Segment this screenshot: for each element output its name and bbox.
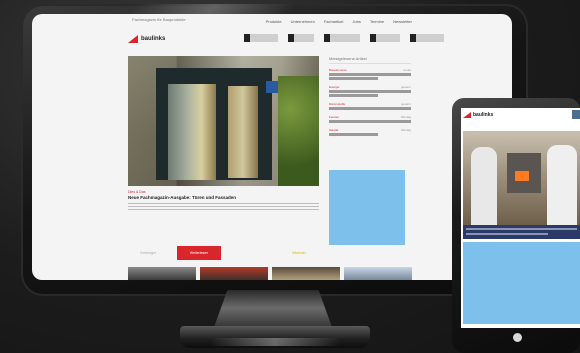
tablet-feature-image[interactable]	[463, 131, 580, 225]
nav-item-termine[interactable]: Termine	[370, 19, 384, 24]
middle-link[interactable]: ·	[230, 251, 270, 255]
logo-text: baulinks	[141, 36, 166, 42]
partner-logos	[244, 34, 444, 42]
top-navigation: Produkte Unternehmen Fachartikel Jobs Te…	[266, 19, 412, 24]
partner-logo[interactable]	[288, 34, 314, 42]
feature-caption: Dies & Das Neue Fachmagazin-Ausgabe: Tür…	[128, 190, 319, 210]
nav-item-unternehmen[interactable]: Unternehmen	[291, 19, 315, 24]
tablet-ad-banner[interactable]	[463, 242, 580, 324]
glass-door	[168, 84, 216, 180]
sidebar-item[interactable]: Fenster Montag	[329, 115, 411, 123]
sidebar-item[interactable]: Bauelemente heute	[329, 68, 411, 80]
thumbnail[interactable]	[128, 267, 196, 280]
sidebar-item[interactable]: Sanitär Montag	[329, 128, 411, 136]
tablet-caption	[463, 225, 580, 239]
nav-item-newsletter[interactable]: Newsletter	[393, 19, 412, 24]
feature-image[interactable]	[128, 56, 319, 186]
partner-logo[interactable]	[324, 34, 360, 42]
sidebar-item[interactable]: Dämmstoffe gestern	[329, 102, 411, 110]
sidebar-heading: Meistgelesene Artikel	[329, 56, 411, 64]
nav-item-produkte[interactable]: Produkte	[266, 19, 282, 24]
tablet-logo[interactable]: baulinks	[463, 112, 493, 118]
nav-item-fachartikel[interactable]: Fachartikel	[324, 19, 344, 24]
feature-pager: Vorheriger Weiterlesen · Nächster	[128, 246, 319, 260]
teaser-thumbnails	[128, 267, 412, 280]
logo-icon	[463, 112, 471, 118]
feature-teaser	[128, 203, 319, 210]
partner-logo[interactable]	[244, 34, 278, 42]
partner-logo[interactable]	[370, 34, 400, 42]
thumbnail[interactable]	[272, 267, 340, 280]
logo-icon	[128, 35, 138, 43]
hamburger-menu-icon[interactable]	[572, 110, 580, 119]
sidebar-item[interactable]: Energie gestern	[329, 85, 411, 97]
monitor-screen: Fachmagazin für Bauprodukte Produkte Unt…	[32, 14, 512, 280]
sidebar-most-read: Meistgelesene Artikel Bauelemente heute E…	[329, 56, 411, 141]
site-logo[interactable]: baulinks	[128, 35, 165, 43]
next-link[interactable]: Nächster	[279, 251, 319, 255]
nav-item-jobs[interactable]: Jobs	[352, 19, 360, 24]
site-tagline: Fachmagazin für Bauprodukte	[132, 17, 186, 22]
house-number-plate	[266, 81, 278, 93]
partner-logo[interactable]	[410, 34, 444, 42]
sidebar-ad-banner[interactable]	[329, 170, 405, 245]
thumbnail[interactable]	[344, 267, 412, 280]
glass-door-interior	[228, 86, 258, 178]
lab-worker	[471, 147, 497, 225]
monitor-stand-neck	[213, 290, 333, 330]
tablet-home-button[interactable]	[513, 333, 522, 342]
hedge	[278, 76, 319, 186]
read-more-button[interactable]: Weiterlesen	[177, 246, 221, 260]
thumbnail[interactable]	[200, 267, 268, 280]
lab-worker	[547, 145, 577, 225]
feature-title[interactable]: Neue Fachmagazin-Ausgabe: Türen und Fass…	[128, 195, 319, 201]
prev-link[interactable]: Vorheriger	[128, 251, 168, 255]
tablet-screen: baulinks	[461, 108, 580, 328]
